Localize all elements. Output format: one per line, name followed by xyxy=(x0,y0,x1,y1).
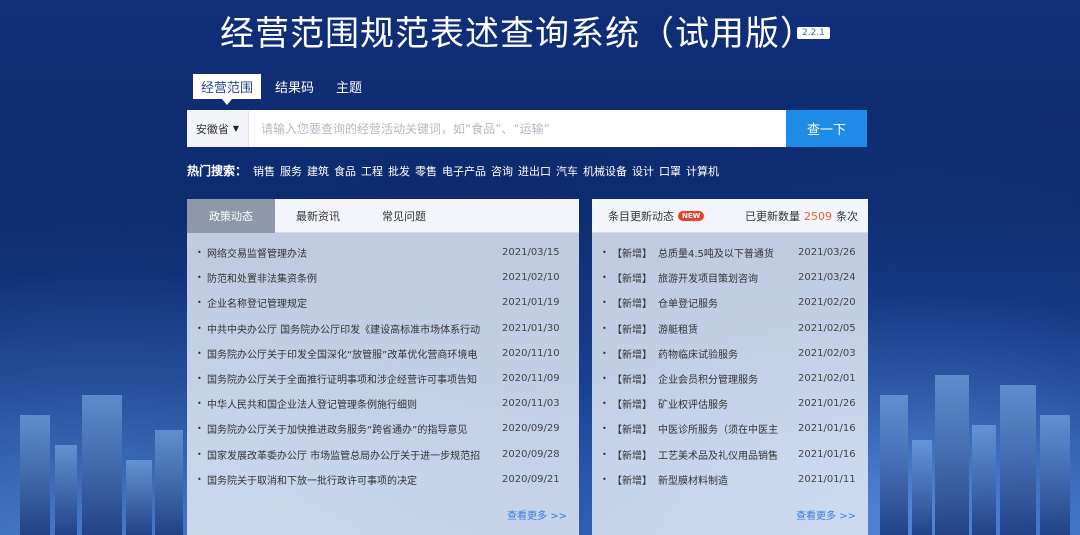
bullet-icon: • xyxy=(197,374,202,384)
bullet-icon: • xyxy=(602,474,607,484)
bullet-icon: • xyxy=(197,424,202,434)
list-item[interactable]: • 防范和处置非法集资条例 2021/02/10 xyxy=(187,265,579,290)
caret-down-icon: ▼ xyxy=(232,124,240,133)
tab-latest-info[interactable]: 最新资讯 xyxy=(275,199,361,233)
updated-count-value: 2509 xyxy=(804,209,832,223)
hot-search-item[interactable]: 电子产品 xyxy=(442,163,486,179)
search-mode-tabs: 经营范围 结果码 主题 xyxy=(193,74,376,105)
new-badge: NEW xyxy=(678,210,705,221)
tab-faq[interactable]: 常见问题 xyxy=(361,199,447,233)
list-item[interactable]: • 【新增】 总质量4.5吨及以下普通货 2021/03/26 xyxy=(592,240,868,265)
panel-tabs: 政策动态 最新资讯 常见问题 xyxy=(187,198,579,233)
tab-theme[interactable]: 主题 xyxy=(328,74,370,99)
bullet-icon: • xyxy=(602,449,607,459)
list-item[interactable]: • 国务院关于取消和下放一批行政许可事项的决定 2020/09/21 xyxy=(187,467,579,492)
entry-updates-panel: 条目更新动态 NEW 已更新数量 2509 条次 • 【新增】 总质量4.5吨及以下普通… xyxy=(592,199,868,535)
list-item[interactable]: • 【新增】 工艺美术品及礼仪用品销售 2021/01/16 xyxy=(592,442,868,467)
bullet-icon: • xyxy=(602,374,607,384)
bullet-icon: • xyxy=(197,298,202,308)
hot-search-item[interactable]: 计算机 xyxy=(686,163,719,179)
hot-search-item[interactable]: 销售 xyxy=(253,163,275,179)
updates-title-group: 条目更新动态 NEW xyxy=(608,208,705,224)
bullet-icon: • xyxy=(602,348,607,358)
province-select[interactable]: 安徽省 ▼ xyxy=(187,110,249,147)
list-item[interactable]: • 【新增】 旅游开发项目策划咨询 2021/03/24 xyxy=(592,265,868,290)
list-item[interactable]: • 国务院办公厅关于加快推进政务服务“跨省通办”的指导意见 2020/09/29 xyxy=(187,416,579,441)
hot-search-item[interactable]: 批发 xyxy=(388,163,410,179)
list-item[interactable]: • 【新增】 企业会员积分管理服务 2021/02/01 xyxy=(592,366,868,391)
bullet-icon: • xyxy=(602,399,607,409)
bullet-icon: • xyxy=(197,449,202,459)
search-bar: 安徽省 ▼ 查一下 xyxy=(187,110,867,147)
bullet-icon: • xyxy=(197,323,202,333)
bullet-icon: • xyxy=(602,248,607,258)
list-item[interactable]: • 【新增】 矿业权评估服务 2021/01/26 xyxy=(592,391,868,416)
policy-list: • 网络交易监督管理办法 2021/03/15 • 防范和处置非法集资条例 2021/0… xyxy=(187,233,579,492)
hot-search-label: 热门搜索： xyxy=(187,164,248,178)
hot-search: 热门搜索： 销售 服务 建筑 食品 工程 批发 零售 电子产品 咨询 进出口 汽… xyxy=(187,162,724,179)
search-button[interactable]: 查一下 xyxy=(786,110,867,147)
hot-search-item[interactable]: 进出口 xyxy=(518,163,551,179)
hot-search-item[interactable]: 设计 xyxy=(632,163,654,179)
policy-news-panel: 政策动态 最新资讯 常见问题 • 网络交易监督管理办法 2021/03/15 • 防范… xyxy=(187,198,579,535)
hot-search-item[interactable]: 咨询 xyxy=(491,163,513,179)
list-item[interactable]: • 【新增】 游艇租赁 2021/02/05 xyxy=(592,316,868,341)
hot-search-item[interactable]: 服务 xyxy=(280,163,302,179)
tab-business-scope[interactable]: 经营范围 xyxy=(193,74,262,105)
bullet-icon: • xyxy=(197,248,202,258)
hot-search-item[interactable]: 建筑 xyxy=(307,163,329,179)
updates-title: 条目更新动态 xyxy=(608,209,674,223)
list-item[interactable]: • 中共中央办公厅 国务院办公厅印发《建设高标准市场体系行动 2021/01/30 xyxy=(187,316,579,341)
list-item[interactable]: • 【新增】 药物临床试验服务 2021/02/03 xyxy=(592,341,868,366)
bullet-icon: • xyxy=(602,424,607,434)
list-item[interactable]: • 国务院办公厅关于全面推行证明事项和涉企经营许可事项告知 2020/11/09 xyxy=(187,366,579,391)
bullet-icon: • xyxy=(197,399,202,409)
bullet-icon: • xyxy=(197,474,202,484)
bullet-icon: • xyxy=(197,273,202,283)
bullet-icon: • xyxy=(602,298,607,308)
list-item[interactable]: • 【新增】 新型膜材料制造 2021/01/11 xyxy=(592,467,868,492)
updates-list: • 【新增】 总质量4.5吨及以下普通货 2021/03/26 • 【新增】 旅游开发项目… xyxy=(592,233,868,492)
hot-search-item[interactable]: 工程 xyxy=(361,163,383,179)
bullet-icon: • xyxy=(602,273,607,283)
bullet-icon: • xyxy=(197,348,202,358)
list-item[interactable]: • 【新增】 中医诊所服务（须在中医主 2021/01/16 xyxy=(592,416,868,441)
hot-search-item[interactable]: 机械设备 xyxy=(583,163,627,179)
hot-search-item[interactable]: 口罩 xyxy=(659,163,681,179)
updates-header: 条目更新动态 NEW 已更新数量 2509 条次 xyxy=(592,199,868,233)
updated-count: 已更新数量 2509 条次 xyxy=(745,209,858,223)
version-badge: 2.2.1 xyxy=(797,27,830,39)
view-more-link[interactable]: 查看更多 >> xyxy=(796,507,856,522)
list-item[interactable]: • 国务院办公厅关于印发全国深化“放管服”改革优化营商环境电 2020/11/10 xyxy=(187,341,579,366)
list-item[interactable]: • 中华人民共和国企业法人登记管理条例施行细则 2020/11/03 xyxy=(187,391,579,416)
view-more-link[interactable]: 查看更多 >> xyxy=(507,507,567,522)
page-title: 经营范围规范表述查询系统（试用版） xyxy=(220,14,815,54)
hot-search-item[interactable]: 食品 xyxy=(334,163,356,179)
list-item[interactable]: • 国家发展改革委办公厅 市场监管总局办公厅关于进一步规范招 2020/09/28 xyxy=(187,442,579,467)
tab-result-code[interactable]: 结果码 xyxy=(267,74,322,99)
hot-search-item[interactable]: 汽车 xyxy=(556,163,578,179)
search-input[interactable] xyxy=(249,110,786,147)
bullet-icon: • xyxy=(602,323,607,333)
province-label: 安徽省 xyxy=(195,122,229,136)
list-item[interactable]: • 企业名称登记管理规定 2021/01/19 xyxy=(187,290,579,315)
list-item[interactable]: • 【新增】 仓单登记服务 2021/02/20 xyxy=(592,290,868,315)
tab-policy-news[interactable]: 政策动态 xyxy=(187,198,275,233)
hot-search-item[interactable]: 零售 xyxy=(415,163,437,179)
list-item[interactable]: • 网络交易监督管理办法 2021/03/15 xyxy=(187,240,579,265)
